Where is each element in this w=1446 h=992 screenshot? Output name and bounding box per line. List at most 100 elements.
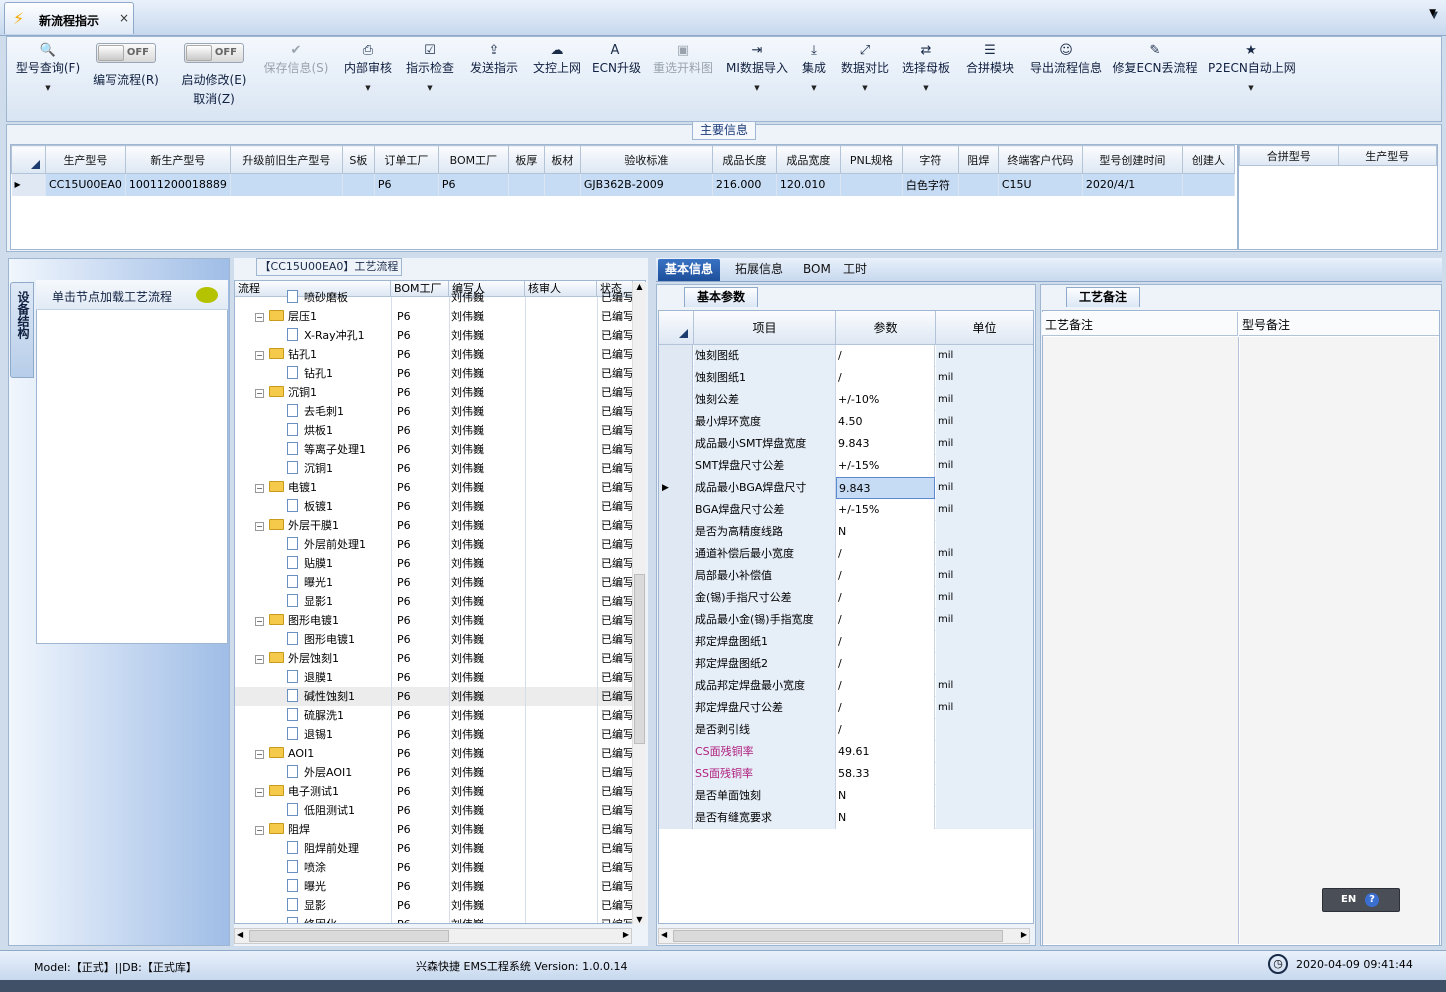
help-icon[interactable]: ?: [1365, 893, 1379, 907]
main-cell[interactable]: [958, 173, 999, 196]
row-indicator[interactable]: [659, 741, 693, 763]
param-value[interactable]: /: [836, 587, 935, 609]
toggle-switch[interactable]: OFF: [184, 43, 244, 63]
tree-row[interactable]: 退锡1 P6 刘伟巍 已编写: [235, 725, 633, 744]
param-row[interactable]: 金(锡)手指尺寸公差 / mil: [659, 587, 1033, 609]
tree-row[interactable]: 沉铜1 P6 刘伟巍 已编写: [235, 459, 633, 478]
tree-row[interactable]: 显影1 P6 刘伟巍 已编写: [235, 592, 633, 611]
main-col-header[interactable]: 新生产型号: [124, 145, 231, 174]
tree-row[interactable]: 去毛刺1 P6 刘伟巍 已编写: [235, 402, 633, 421]
param-value[interactable]: N: [836, 521, 935, 543]
tree-row[interactable]: − 层压1 P6 刘伟巍 已编写: [235, 307, 633, 326]
param-row[interactable]: BGA焊盘尺寸公差 +/-15% mil: [659, 499, 1033, 521]
param-value[interactable]: /: [836, 675, 935, 697]
param-value[interactable]: N: [836, 785, 935, 807]
main-cell[interactable]: 216.000: [712, 173, 777, 196]
param-row[interactable]: 是否为高精度线路 N: [659, 521, 1033, 543]
param-row[interactable]: 通道补偿后最小宽度 / mil: [659, 543, 1033, 565]
row-indicator[interactable]: [659, 499, 693, 521]
main-cell[interactable]: [508, 173, 545, 196]
tree-row[interactable]: 贴膜1 P6 刘伟巍 已编写: [235, 554, 633, 573]
param-row[interactable]: 成品最小金(锡)手指宽度 / mil: [659, 609, 1033, 631]
tree-row[interactable]: − 图形电镀1 P6 刘伟巍 已编写: [235, 611, 633, 630]
main-cell[interactable]: C15U: [998, 173, 1083, 196]
tree-row[interactable]: 外层前处理1 P6 刘伟巍 已编写: [235, 535, 633, 554]
main-col-header[interactable]: 升级前旧生产型号: [229, 145, 343, 174]
main-col-header[interactable]: 创建人: [1181, 145, 1235, 174]
tree-row[interactable]: − 外层蚀刻1 P6 刘伟巍 已编写: [235, 649, 633, 668]
dropdown-arrow-icon[interactable]: ▼: [340, 84, 396, 92]
row-indicator[interactable]: [659, 587, 693, 609]
toolbar-button-3[interactable]: ✔ 保存信息(S): [258, 37, 334, 121]
param-row[interactable]: 蚀刻图纸 / mil: [659, 345, 1033, 367]
row-indicator[interactable]: ▶: [659, 477, 693, 499]
main-cell[interactable]: P6: [438, 173, 509, 196]
main-col-header[interactable]: PNL规格: [839, 145, 903, 174]
merge-col-header[interactable]: 合拼型号: [1239, 145, 1339, 166]
main-cell[interactable]: [342, 173, 375, 196]
tree-row[interactable]: 图形电镀1 P6 刘伟巍 已编写: [235, 630, 633, 649]
toolbar-button-4[interactable]: ⎙ 内部审核 ▼: [340, 37, 396, 121]
main-col-header[interactable]: 订单工厂: [373, 145, 439, 174]
toolbar-button-0[interactable]: 🔍 型号查询(F) ▼: [10, 37, 86, 121]
toolbar-button-9[interactable]: ▣ 重选开料图: [650, 37, 716, 121]
param-value[interactable]: N: [836, 807, 935, 829]
param-row[interactable]: 成品邦定焊盘最小宽度 / mil: [659, 675, 1033, 697]
param-row[interactable]: SS面残铜率 58.33: [659, 763, 1033, 785]
row-indicator[interactable]: [659, 389, 693, 411]
params-horizontal-scrollbar[interactable]: ◀ ▶: [658, 928, 1030, 944]
tree-horizontal-scrollbar[interactable]: ◀ ▶: [234, 928, 632, 944]
toolbar-button-12[interactable]: ⤢ 数据对比 ▼: [838, 37, 892, 121]
param-value[interactable]: /: [836, 697, 935, 719]
param-row[interactable]: ▶ 成品最小BGA焊盘尺寸 9.843 mil: [659, 477, 1033, 499]
main-cell[interactable]: 白色字符: [902, 173, 959, 196]
collapse-icon[interactable]: −: [255, 313, 264, 322]
param-row[interactable]: 最小焊环宽度 4.50 mil: [659, 411, 1033, 433]
tree-row[interactable]: 喷涂 P6 刘伟巍 已编写: [235, 858, 633, 877]
tab-basic-params[interactable]: 基本参数: [684, 287, 758, 307]
process-remark-field[interactable]: [1043, 337, 1239, 944]
param-value[interactable]: /: [836, 719, 935, 741]
row-indicator[interactable]: [659, 785, 693, 807]
param-row[interactable]: 局部最小补偿值 / mil: [659, 565, 1033, 587]
params-col-header[interactable]: 项目: [694, 311, 836, 345]
param-row[interactable]: CS面残铜率 49.61: [659, 741, 1033, 763]
main-col-header[interactable]: 成品宽度: [775, 145, 841, 174]
collapse-icon[interactable]: −: [255, 655, 264, 664]
tree-row[interactable]: X-Ray冲孔1 P6 刘伟巍 已编写: [235, 326, 633, 345]
row-indicator[interactable]: [659, 697, 693, 719]
toolbar-button-11[interactable]: ⤓ 集成 ▼: [798, 37, 830, 121]
param-row[interactable]: SMT焊盘尺寸公差 +/-15% mil: [659, 455, 1033, 477]
toolbar-button-6[interactable]: ⇪ 发送指示: [466, 37, 522, 121]
toolbar-button-5[interactable]: ☑ 指示检查 ▼: [404, 37, 456, 121]
close-icon[interactable]: ×: [119, 11, 129, 25]
tree-row[interactable]: 烘板1 P6 刘伟巍 已编写: [235, 421, 633, 440]
tree-row[interactable]: 显影 P6 刘伟巍 已编写: [235, 896, 633, 915]
model-remark-field[interactable]: [1240, 337, 1438, 944]
select-all-corner[interactable]: [11, 145, 46, 174]
params-col-header[interactable]: 单位: [936, 311, 1033, 345]
main-col-header[interactable]: 终端客户代码: [997, 145, 1083, 174]
param-value[interactable]: /: [836, 367, 935, 389]
main-cell[interactable]: [230, 173, 343, 196]
language-bar[interactable]: EN ?: [1322, 888, 1400, 912]
row-indicator[interactable]: [659, 455, 693, 477]
main-cell[interactable]: P6: [374, 173, 439, 196]
tree-row[interactable]: − 阻焊 P6 刘伟巍 已编写: [235, 820, 633, 839]
collapse-icon[interactable]: −: [255, 788, 264, 797]
toolbar-button-14[interactable]: ☰ 合拼模块: [964, 37, 1016, 121]
process-flow-tree[interactable]: 流程 BOM工厂 编写人 核审人 状态 喷砂磨板 刘伟巍 已编写 − 层压1 P6 刘伟巍 已编写 X-…: [234, 280, 646, 924]
row-indicator[interactable]: [659, 411, 693, 433]
toolbar-button-16[interactable]: ✎ 修复ECN丢流程: [1112, 37, 1198, 121]
main-cell[interactable]: [1182, 173, 1235, 196]
param-value[interactable]: 4.50: [836, 411, 935, 433]
tab-detail-3[interactable]: 工时: [836, 259, 874, 281]
tree-vertical-scrollbar[interactable]: ▲ ▼: [632, 282, 646, 924]
main-cell[interactable]: [544, 173, 581, 196]
tree-row[interactable]: 退膜1 P6 刘伟巍 已编写: [235, 668, 633, 687]
main-col-header[interactable]: 生产型号: [45, 145, 126, 174]
row-indicator[interactable]: [659, 367, 693, 389]
tree-row[interactable]: − 钻孔1 P6 刘伟巍 已编写: [235, 345, 633, 364]
tree-row[interactable]: 终固化 P6 刘伟巍 已编写: [235, 915, 633, 923]
tree-row[interactable]: − AOI1 P6 刘伟巍 已编写: [235, 744, 633, 763]
